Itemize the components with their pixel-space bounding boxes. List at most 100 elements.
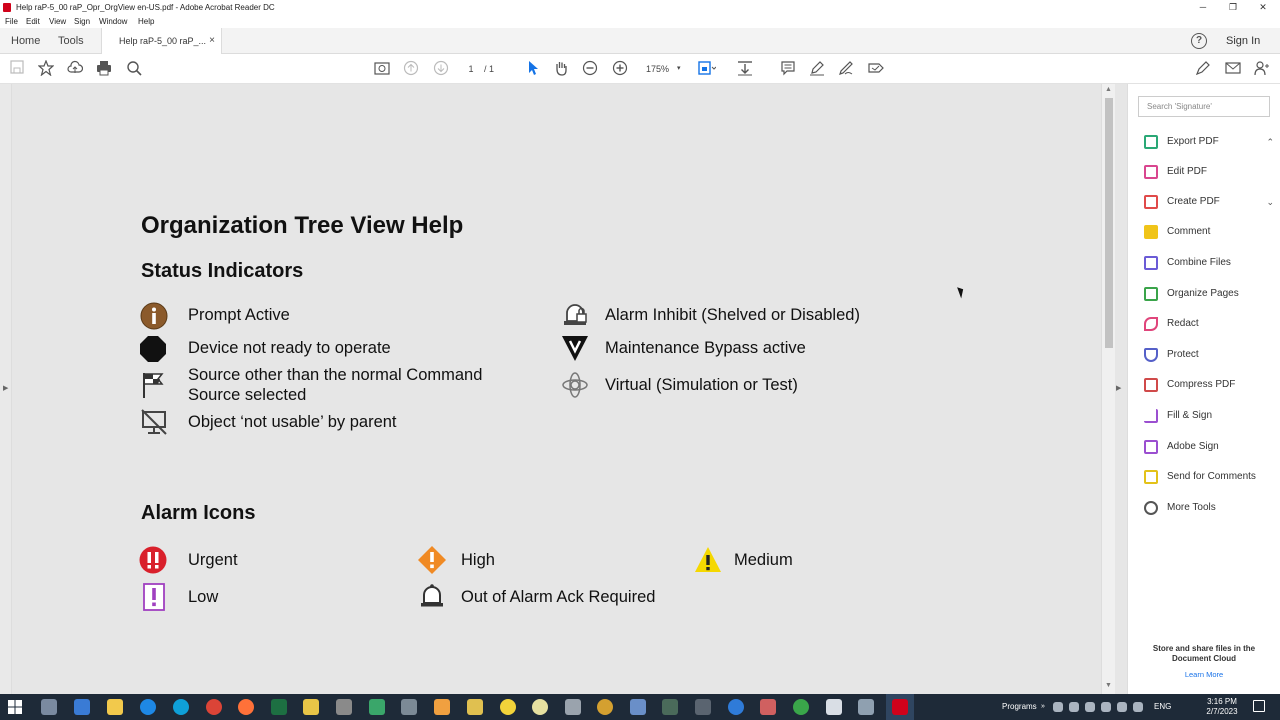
taskbar-clock[interactable]: 3:16 PM 2/7/2023: [1197, 697, 1247, 717]
network-icon[interactable]: [1101, 702, 1111, 712]
collapse-right-pane-icon[interactable]: ▶: [1116, 384, 1121, 392]
taskbar-app-icon[interactable]: [303, 699, 319, 715]
edit-link-icon[interactable]: [1194, 60, 1212, 78]
close-tab-icon[interactable]: ×: [209, 28, 215, 54]
taskbar-app-icon[interactable]: [532, 699, 548, 715]
next-page-icon[interactable]: [432, 60, 450, 78]
taskbar-app-icon[interactable]: [858, 699, 874, 715]
tray-icon[interactable]: [1053, 702, 1063, 712]
tool-compress-pdf[interactable]: Compress PDF: [1144, 376, 1274, 394]
tray-icon[interactable]: [1069, 702, 1079, 712]
upload-cloud-icon[interactable]: [66, 60, 84, 78]
taskbar-app-icon[interactable]: [434, 699, 450, 715]
tool-comment[interactable]: Comment: [1144, 223, 1274, 241]
firefox-browser-icon[interactable]: [238, 699, 254, 715]
minimize-button[interactable]: ─: [1188, 0, 1218, 15]
tools-search-input[interactable]: Search 'Signature': [1138, 96, 1270, 117]
zoom-in-icon[interactable]: [611, 60, 629, 78]
taskbar-app-icon[interactable]: [793, 699, 809, 715]
close-window-button[interactable]: ✕: [1248, 0, 1278, 15]
menu-view[interactable]: View: [49, 15, 66, 28]
scroll-up-icon[interactable]: ▲: [1105, 86, 1112, 93]
volume-icon[interactable]: [1117, 702, 1127, 712]
taskbar-app-icon[interactable]: [74, 699, 90, 715]
menu-sign[interactable]: Sign: [74, 15, 90, 28]
acrobat-taskbar-button[interactable]: [886, 694, 914, 720]
sign-pen-icon[interactable]: [837, 60, 855, 78]
taskbar-app-icon[interactable]: [728, 699, 744, 715]
expand-left-pane-icon[interactable]: ▶: [3, 384, 8, 392]
notifications-icon[interactable]: [1253, 700, 1265, 712]
tool-send-for-comments[interactable]: Send for Comments: [1144, 468, 1274, 486]
previous-page-icon[interactable]: [402, 60, 420, 78]
snapshot-icon[interactable]: [373, 60, 391, 78]
tool-export-pdf[interactable]: Export PDF ⌃: [1144, 133, 1274, 151]
taskbar-app-icon[interactable]: [467, 699, 483, 715]
programs-toolbar[interactable]: Programs: [1002, 694, 1037, 720]
start-windows-icon[interactable]: [8, 700, 22, 714]
taskbar-app-icon[interactable]: [630, 699, 646, 715]
taskbar-app-icon[interactable]: [826, 699, 842, 715]
menu-file[interactable]: File: [5, 15, 18, 28]
chrome-browser-icon[interactable]: [206, 699, 222, 715]
taskbar-app-icon[interactable]: [597, 699, 613, 715]
taskbar-app-icon[interactable]: [500, 699, 516, 715]
scroll-down-icon[interactable]: ▼: [1105, 682, 1112, 689]
vertical-scrollbar[interactable]: ▲ ▼: [1101, 84, 1115, 694]
select-cursor-icon[interactable]: [523, 60, 541, 78]
ie-browser-icon[interactable]: [140, 699, 156, 715]
taskbar-app-icon[interactable]: [565, 699, 581, 715]
share-tools-icon[interactable]: [867, 60, 885, 78]
fit-page-icon[interactable]: [698, 60, 717, 78]
tool-create-pdf[interactable]: Create PDF ⌄: [1144, 193, 1274, 211]
tool-more-tools[interactable]: More Tools: [1144, 499, 1274, 517]
email-icon[interactable]: [1224, 60, 1242, 78]
menu-window[interactable]: Window: [99, 15, 127, 28]
scroll-mode-icon[interactable]: [736, 60, 754, 78]
tool-organize-pages[interactable]: Organize Pages: [1144, 285, 1274, 303]
chevron-right-icon[interactable]: »: [1041, 694, 1045, 720]
excel-icon[interactable]: [271, 699, 287, 715]
taskbar-app-icon[interactable]: [41, 699, 57, 715]
edge-browser-icon[interactable]: [173, 699, 189, 715]
highlight-pen-icon[interactable]: [808, 60, 826, 78]
tray-icon[interactable]: [1085, 702, 1095, 712]
hand-tool-icon[interactable]: [552, 60, 570, 78]
page-number-input[interactable]: 1: [462, 61, 480, 77]
taskbar-app-icon[interactable]: [662, 699, 678, 715]
restore-button[interactable]: ❐: [1218, 0, 1248, 15]
sign-in-link[interactable]: Sign In: [1226, 28, 1260, 54]
zoom-level-dropdown[interactable]: 175% ▾: [640, 61, 686, 77]
tool-adobe-sign[interactable]: Adobe Sign: [1144, 438, 1274, 456]
file-explorer-icon[interactable]: [107, 699, 123, 715]
document-viewer[interactable]: ▶ Organization Tree View Help Status Ind…: [0, 84, 1127, 694]
menu-help[interactable]: Help: [138, 15, 154, 28]
tool-fill-sign[interactable]: Fill & Sign: [1144, 407, 1274, 425]
tool-combine-files[interactable]: Combine Files: [1144, 254, 1274, 272]
tab-tools[interactable]: Tools: [58, 28, 84, 54]
tab-home[interactable]: Home: [11, 28, 40, 54]
comment-icon[interactable]: [779, 60, 797, 78]
taskbar-app-icon[interactable]: [760, 699, 776, 715]
taskbar-app-icon[interactable]: [336, 699, 352, 715]
language-indicator[interactable]: ENG: [1154, 694, 1171, 720]
taskbar-app-icon[interactable]: [369, 699, 385, 715]
scrollbar-thumb[interactable]: [1105, 98, 1113, 348]
print-icon[interactable]: [95, 60, 113, 78]
tool-protect[interactable]: Protect: [1144, 346, 1274, 364]
chevron-up-icon[interactable]: ⌃: [1266, 133, 1274, 151]
tab-document[interactable]: Help raP-5_00 raP_... ×: [101, 28, 222, 55]
zoom-out-icon[interactable]: [581, 60, 599, 78]
share-user-icon[interactable]: [1253, 60, 1271, 78]
save-icon[interactable]: [8, 60, 26, 78]
menu-edit[interactable]: Edit: [26, 15, 40, 28]
help-icon[interactable]: ?: [1191, 33, 1207, 49]
tool-edit-pdf[interactable]: Edit PDF: [1144, 163, 1274, 181]
taskbar-app-icon[interactable]: [401, 699, 417, 715]
zoom-search-icon[interactable]: [125, 60, 143, 78]
tool-redact[interactable]: Redact: [1144, 315, 1274, 333]
tray-icon[interactable]: [1133, 702, 1143, 712]
taskbar-app-icon[interactable]: [695, 699, 711, 715]
bookmark-star-icon[interactable]: [37, 59, 55, 78]
chevron-down-icon[interactable]: ⌄: [1266, 193, 1274, 211]
